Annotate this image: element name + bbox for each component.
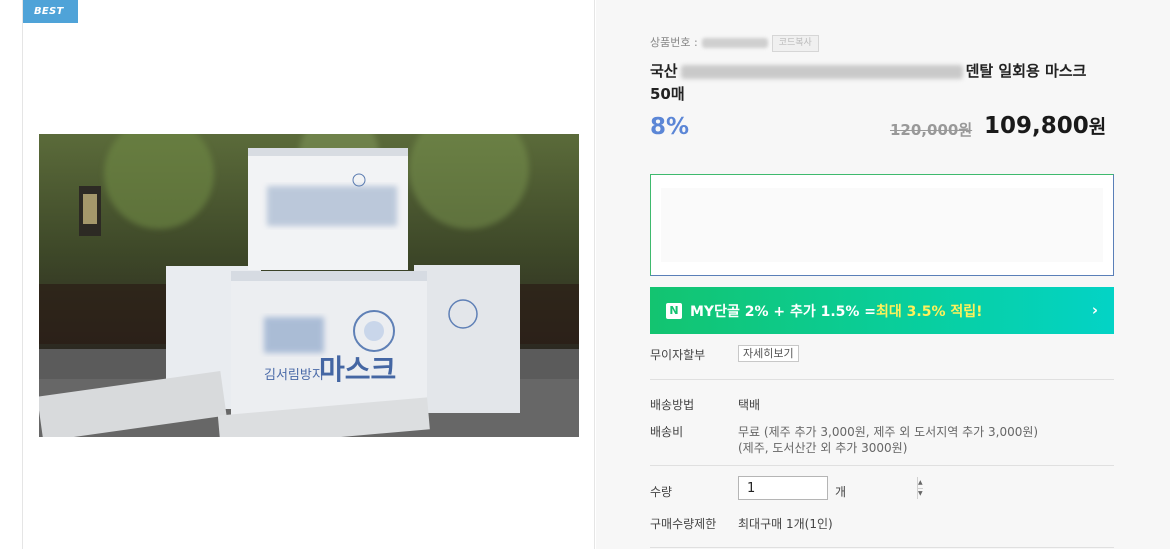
shipping-method-label: 배송방법 xyxy=(650,398,695,412)
product-info-panel: 상품번호 : 코드복사 국산 덴탈 일회용 마스크 50매 8% 120,000원 … xyxy=(596,0,1170,549)
naver-n-icon: N xyxy=(666,302,682,319)
quantity-input[interactable] xyxy=(739,477,917,499)
box-text: 김서림방지 xyxy=(264,368,324,383)
box-brand: 마스크 xyxy=(319,353,396,386)
purchase-limit-value: 최대구매 1개(1인) xyxy=(738,517,833,531)
installment-detail-button[interactable]: 자세히보기 xyxy=(738,345,799,362)
product-page: BEST 김서림방지 마스크 상품번호: 코드복사 국산 덴탈 일회용 마스크… xyxy=(0,0,1170,549)
increase-button[interactable]: ▲ xyxy=(918,477,923,488)
product-code-row: 상품번호 : 코드복사 xyxy=(650,34,819,52)
shipping-fee-label: 배송비 xyxy=(650,425,684,439)
product-title-blurred xyxy=(680,64,963,79)
best-badge: BEST xyxy=(23,0,78,23)
purchase-limit-label: 구매수량제한 xyxy=(650,517,717,531)
copy-code-button[interactable]: 코드복사 xyxy=(771,34,819,52)
chevron-right-icon: › xyxy=(1091,301,1098,319)
product-image-panel: BEST 김서림방지 마스크 xyxy=(22,0,595,549)
banner-prefix: MY단골 2% + 추가 1.5% = xyxy=(690,303,877,320)
product-code-label: 상품번호 : xyxy=(650,36,698,49)
divider xyxy=(650,465,1114,466)
decrease-button[interactable]: ▼ xyxy=(918,487,923,500)
product-photo[interactable]: 김서림방지 마스크 xyxy=(39,134,579,437)
quantity-unit: 개 xyxy=(835,485,847,499)
quantity-stepper[interactable]: ▲ ▼ xyxy=(738,476,923,500)
divider xyxy=(650,547,1114,548)
product-title: 국산 덴탈 일회용 마스크 50매 xyxy=(650,60,1110,106)
quantity-label: 수량 xyxy=(650,485,673,499)
payment-frame-content xyxy=(661,188,1103,262)
product-title-prefix: 국산 xyxy=(650,62,678,80)
stepper-controls: ▲ ▼ xyxy=(917,477,923,499)
original-price: 120,000원 xyxy=(890,121,973,139)
shipping-method-value: 택배 xyxy=(738,398,761,412)
installment-label: 무이자할부 xyxy=(650,348,706,362)
shipping-fee-line2: (제주, 도서산간 외 추가 3000원) xyxy=(738,441,908,455)
my-dangol-banner[interactable]: N MY단골 2% + 추가 1.5% = 최대 3.5% 적립! › xyxy=(650,287,1114,334)
sale-price: 109,800원 xyxy=(984,112,1106,139)
sale-price-unit: 원 xyxy=(1088,116,1107,138)
sale-price-value: 109,800 xyxy=(984,113,1089,139)
banner-highlight: 최대 3.5% 적립! xyxy=(876,303,983,320)
payment-frame[interactable] xyxy=(650,174,1114,276)
discount-rate: 8% xyxy=(650,114,690,140)
product-code-value-blurred xyxy=(701,38,768,48)
shipping-fee-line1: 무료 (제주 추가 3,000원, 제주 외 도서지역 추가 3,000원) xyxy=(738,425,1039,439)
divider xyxy=(650,379,1114,380)
